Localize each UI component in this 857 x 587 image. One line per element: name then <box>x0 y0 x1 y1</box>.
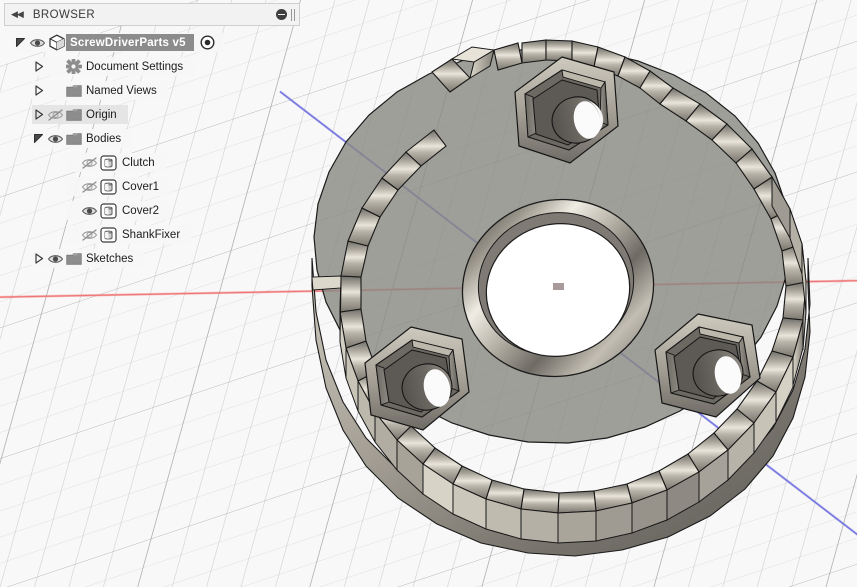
expander-collapsed-icon[interactable] <box>32 60 45 73</box>
tree-row-content-named-views[interactable]: Named Views <box>32 81 168 100</box>
active-component-radio-icon[interactable] <box>200 35 215 50</box>
expander-collapsed-icon[interactable] <box>32 84 45 97</box>
tree-row-sketches[interactable]: Sketches <box>4 248 300 269</box>
tree-row-clutch[interactable]: Clutch <box>4 152 300 173</box>
eye-hidden-icon[interactable] <box>81 228 98 242</box>
minimize-circle-icon[interactable] <box>276 9 287 20</box>
document-cube-icon[interactable] <box>48 34 66 51</box>
tree-row-origin[interactable]: Origin <box>4 104 300 125</box>
tree-label-origin[interactable]: Origin <box>83 109 119 121</box>
tree-label-bodies[interactable]: Bodies <box>83 133 123 145</box>
expander-placeholder <box>66 228 79 241</box>
tree-label-cover2[interactable]: Cover2 <box>119 205 161 217</box>
tree-row-root[interactable]: ScrewDriverParts v5 <box>4 32 300 53</box>
eye-placeholder <box>47 84 64 98</box>
body-icon[interactable] <box>100 202 117 219</box>
expander-collapsed-icon[interactable] <box>32 108 45 121</box>
tree-row-content-bodies[interactable]: Bodies <box>32 129 133 148</box>
folder-icon[interactable] <box>66 84 82 98</box>
fusion-window: ◀◀ BROWSER ScrewDriverParts v5 Document S… <box>0 0 857 587</box>
tree-row-content-root[interactable]: ScrewDriverParts v5 <box>14 33 224 52</box>
eye-visible-icon[interactable] <box>47 252 64 266</box>
gear-icon[interactable] <box>65 58 82 76</box>
tree-row-document-settings[interactable]: Document Settings <box>4 56 300 77</box>
body-icon[interactable] <box>100 154 117 171</box>
tree-row-content-sketches[interactable]: Sketches <box>32 249 145 268</box>
eye-hidden-icon[interactable] <box>47 108 64 122</box>
tree-row-content-cover1[interactable]: Cover1 <box>66 177 171 196</box>
expander-expanded-icon[interactable] <box>32 132 45 145</box>
browser-panel[interactable]: ◀◀ BROWSER ScrewDriverParts v5 Document S… <box>4 3 300 272</box>
eye-visible-icon[interactable] <box>81 204 98 218</box>
body-icon[interactable] <box>100 226 117 243</box>
expander-collapsed-icon[interactable] <box>32 252 45 265</box>
tree-label-clutch[interactable]: Clutch <box>119 157 157 169</box>
eye-visible-icon[interactable] <box>47 132 64 146</box>
tree-row-content-origin[interactable]: Origin <box>32 105 128 124</box>
tree-label-cover1[interactable]: Cover1 <box>119 181 161 193</box>
folder-icon[interactable] <box>66 108 82 122</box>
browser-panel-header[interactable]: ◀◀ BROWSER <box>4 3 300 26</box>
tree-row-content-clutch[interactable]: Clutch <box>66 153 166 172</box>
browser-tree[interactable]: ScrewDriverParts v5 Document Settings Name… <box>4 26 300 269</box>
eye-hidden-icon[interactable] <box>81 180 98 194</box>
folder-icon[interactable] <box>66 252 82 266</box>
eye-visible-icon[interactable] <box>29 36 46 50</box>
tree-label-named-views[interactable]: Named Views <box>83 85 159 97</box>
origin-point-marker <box>553 283 564 290</box>
tree-row-cover2[interactable]: Cover2 <box>4 200 300 221</box>
body-icon[interactable] <box>100 178 117 195</box>
tree-label-shankfixer[interactable]: ShankFixer <box>119 229 182 241</box>
tree-row-shankfixer[interactable]: ShankFixer <box>4 224 300 245</box>
double-left-arrow-icon[interactable]: ◀◀ <box>11 10 24 19</box>
tree-row-cover1[interactable]: Cover1 <box>4 176 300 197</box>
tree-row-content-cover2[interactable]: Cover2 <box>66 201 171 220</box>
eye-hidden-icon[interactable] <box>81 156 98 170</box>
tree-row-content-shankfixer[interactable]: ShankFixer <box>66 225 192 244</box>
browser-panel-title: BROWSER <box>32 8 96 21</box>
panel-grip-icon[interactable] <box>291 8 295 21</box>
expander-expanded-icon[interactable] <box>14 36 27 49</box>
expander-placeholder <box>66 204 79 217</box>
expander-placeholder <box>66 180 79 193</box>
tree-label-sketches[interactable]: Sketches <box>83 253 135 265</box>
tree-label-root[interactable]: ScrewDriverParts v5 <box>66 34 194 51</box>
tree-label-document-settings[interactable]: Document Settings <box>83 61 185 73</box>
tree-row-named-views[interactable]: Named Views <box>4 80 300 101</box>
tree-row-bodies[interactable]: Bodies <box>4 128 300 149</box>
eye-placeholder <box>47 60 64 74</box>
folder-icon[interactable] <box>66 132 82 146</box>
tree-row-content-document-settings[interactable]: Document Settings <box>32 57 195 76</box>
expander-placeholder <box>66 156 79 169</box>
